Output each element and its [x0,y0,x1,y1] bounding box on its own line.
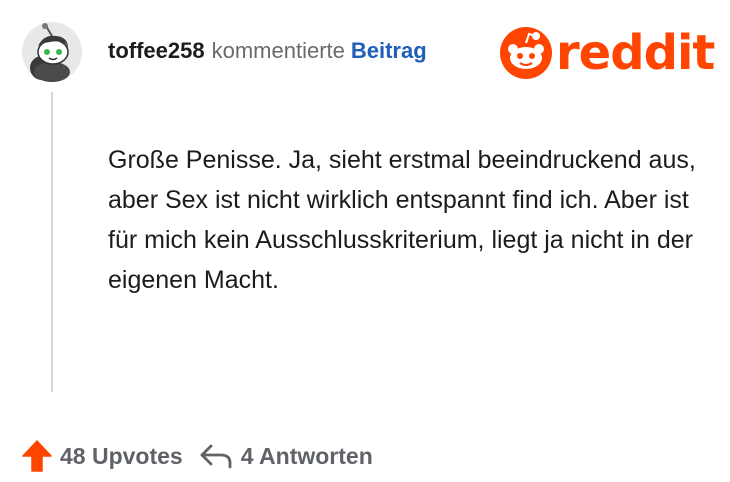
upvote-arrow-icon[interactable] [22,440,52,472]
comment-header: toffee258 kommentierte Beitrag [108,38,427,68]
reply-count[interactable]: 4 Antworten [241,443,373,470]
comment-footer: 48 Upvotes 4 Antworten [22,438,373,474]
comment-body: Große Penisse. Ja, sieht erstmal beeindr… [108,146,696,294]
avatar[interactable] [22,22,82,82]
thread-line [51,92,53,392]
reddit-wordmark: reddit [556,25,715,81]
post-link[interactable]: Beitrag [351,38,427,64]
upvote-count[interactable]: 48 Upvotes [60,443,183,470]
reddit-snoo-logo-icon [500,27,552,79]
username[interactable]: toffee258 [108,38,205,64]
action-text: kommentierte [211,38,345,63]
snoo-avatar-icon [22,22,82,82]
reddit-logo[interactable]: reddit [500,25,715,81]
reply-arrow-icon[interactable] [199,443,233,469]
